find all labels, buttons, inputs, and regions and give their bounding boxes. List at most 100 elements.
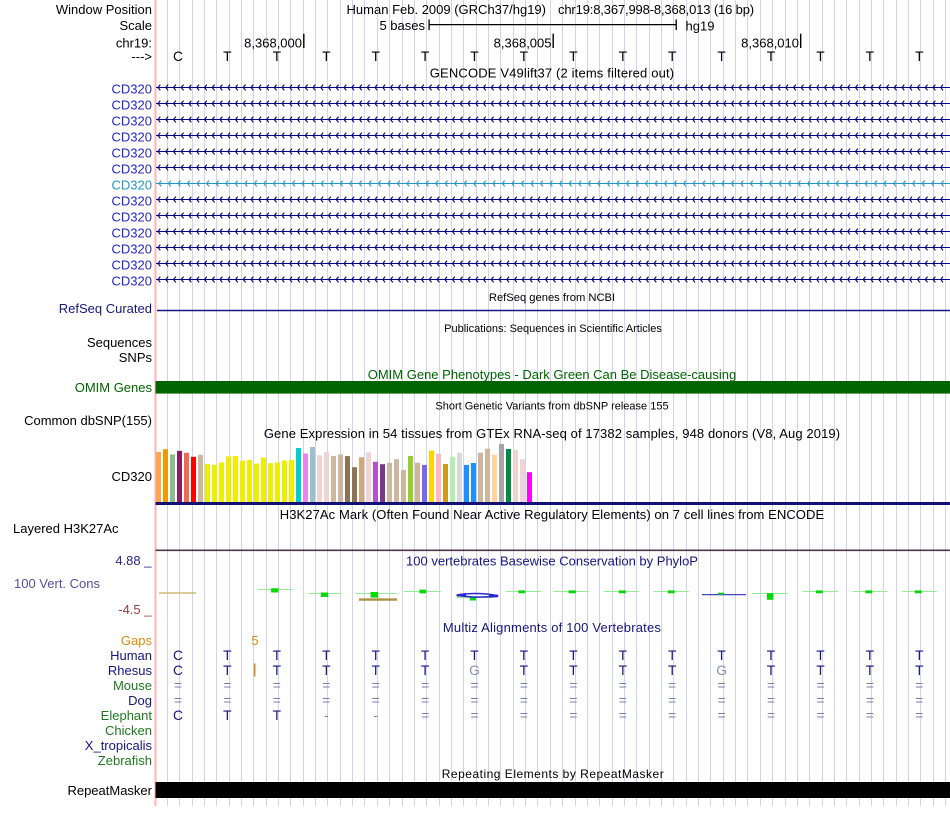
- svg-text:=: =: [470, 693, 478, 708]
- svg-text:CD320: CD320: [112, 82, 152, 97]
- svg-text:=: =: [767, 693, 775, 708]
- svg-text:Scale: Scale: [119, 18, 152, 33]
- svg-text:T: T: [322, 648, 331, 663]
- svg-text:=: =: [520, 708, 528, 723]
- svg-text:T: T: [371, 648, 380, 663]
- svg-text:Sequences: Sequences: [87, 335, 153, 350]
- svg-text:T: T: [322, 49, 331, 64]
- svg-text:Rhesus: Rhesus: [108, 663, 153, 678]
- svg-text:=: =: [569, 678, 577, 693]
- svg-text:T: T: [273, 708, 282, 723]
- svg-text:T: T: [668, 49, 677, 64]
- svg-text:CD320: CD320: [112, 114, 152, 129]
- svg-text:=: =: [569, 708, 577, 723]
- svg-text:=: =: [915, 693, 923, 708]
- svg-text:T: T: [717, 648, 726, 663]
- svg-text:G: G: [469, 663, 480, 678]
- svg-text:GENCODE V49lift37 (2 items fil: GENCODE V49lift37 (2 items filtered out): [430, 66, 674, 81]
- svg-text:Gene Expression in 54 tissues: Gene Expression in 54 tissues from GTEx …: [264, 426, 840, 441]
- svg-text:T: T: [619, 663, 628, 678]
- svg-text:=: =: [767, 708, 775, 723]
- svg-text:C: C: [173, 663, 183, 678]
- svg-text:-4.5 _: -4.5 _: [118, 602, 152, 617]
- svg-text:=: =: [372, 678, 380, 693]
- svg-text:=: =: [619, 708, 627, 723]
- svg-text:T: T: [668, 663, 677, 678]
- svg-text:C: C: [173, 648, 183, 663]
- svg-text:chr19:8,367,998-8,368,013 (16: chr19:8,367,998-8,368,013 (16 bp): [558, 2, 754, 17]
- svg-text:CD320: CD320: [112, 146, 152, 161]
- svg-text:RefSeq genes from NCBI: RefSeq genes from NCBI: [489, 292, 615, 304]
- svg-text:T: T: [816, 49, 825, 64]
- svg-text:CD320: CD320: [112, 274, 152, 289]
- svg-text:T: T: [767, 648, 776, 663]
- svg-text:T: T: [223, 49, 232, 64]
- svg-text:G: G: [716, 663, 727, 678]
- svg-text:=: =: [421, 708, 429, 723]
- svg-text:RefSeq Curated: RefSeq Curated: [59, 301, 152, 316]
- svg-text:T: T: [520, 648, 529, 663]
- svg-text:CD320: CD320: [112, 226, 152, 241]
- svg-text:=: =: [915, 678, 923, 693]
- svg-text:X_tropicalis: X_tropicalis: [85, 738, 153, 753]
- svg-text:T: T: [371, 663, 380, 678]
- svg-text:CD320: CD320: [112, 210, 152, 225]
- svg-text:T: T: [273, 49, 282, 64]
- svg-text:CD320: CD320: [112, 194, 152, 209]
- svg-text:=: =: [569, 693, 577, 708]
- svg-text:--->: --->: [131, 49, 152, 64]
- svg-text:=: =: [767, 678, 775, 693]
- svg-text:Human: Human: [110, 648, 152, 663]
- svg-text:T: T: [717, 49, 726, 64]
- svg-text:=: =: [668, 708, 676, 723]
- svg-text:T: T: [767, 663, 776, 678]
- svg-text:T: T: [470, 648, 479, 663]
- svg-text:=: =: [866, 678, 874, 693]
- svg-text:CD320: CD320: [112, 178, 152, 193]
- svg-text:-: -: [324, 708, 329, 723]
- svg-text:=: =: [816, 708, 824, 723]
- svg-text:T: T: [421, 648, 430, 663]
- svg-text:=: =: [372, 693, 380, 708]
- svg-text:Layered H3K27Ac: Layered H3K27Ac: [13, 521, 119, 536]
- svg-text:=: =: [273, 693, 281, 708]
- svg-text:T: T: [520, 663, 529, 678]
- svg-text:5: 5: [251, 633, 258, 648]
- svg-text:T: T: [619, 648, 628, 663]
- svg-text:4.88 _: 4.88 _: [115, 553, 152, 568]
- svg-text:T: T: [322, 663, 331, 678]
- svg-text:=: =: [322, 693, 330, 708]
- svg-text:T: T: [619, 49, 628, 64]
- svg-text:T: T: [668, 648, 677, 663]
- svg-text:T: T: [767, 49, 776, 64]
- svg-text:Zebrafish: Zebrafish: [98, 753, 152, 768]
- svg-text:Multiz Alignments of 100 Verte: Multiz Alignments of 100 Vertebrates: [443, 620, 662, 635]
- svg-text:T: T: [915, 663, 924, 678]
- svg-text:T: T: [470, 49, 479, 64]
- svg-text:T: T: [569, 648, 578, 663]
- svg-text:CD320: CD320: [112, 242, 152, 257]
- svg-text:T: T: [273, 648, 282, 663]
- svg-text:T: T: [866, 49, 875, 64]
- svg-text:H3K27Ac Mark (Often Found Near: H3K27Ac Mark (Often Found Near Active Re…: [280, 507, 825, 522]
- svg-text:T: T: [223, 708, 232, 723]
- svg-text:=: =: [668, 678, 676, 693]
- svg-text:=: =: [470, 678, 478, 693]
- svg-text:T: T: [915, 49, 924, 64]
- svg-text:T: T: [421, 663, 430, 678]
- svg-text:Gaps: Gaps: [121, 633, 153, 648]
- svg-text:=: =: [866, 708, 874, 723]
- svg-text:RepeatMasker: RepeatMasker: [67, 783, 152, 798]
- svg-text:T: T: [273, 663, 282, 678]
- svg-text:Human Feb. 2009 (GRCh37/hg19): Human Feb. 2009 (GRCh37/hg19): [347, 2, 546, 17]
- svg-text:=: =: [718, 693, 726, 708]
- svg-text:Elephant: Elephant: [101, 708, 153, 723]
- svg-text:5 bases: 5 bases: [379, 18, 425, 33]
- svg-text:T: T: [569, 663, 578, 678]
- svg-text:=: =: [273, 678, 281, 693]
- svg-text:T: T: [816, 648, 825, 663]
- svg-text:CD320: CD320: [112, 162, 152, 177]
- svg-text:T: T: [223, 663, 232, 678]
- svg-text:=: =: [223, 693, 231, 708]
- svg-text:T: T: [371, 49, 380, 64]
